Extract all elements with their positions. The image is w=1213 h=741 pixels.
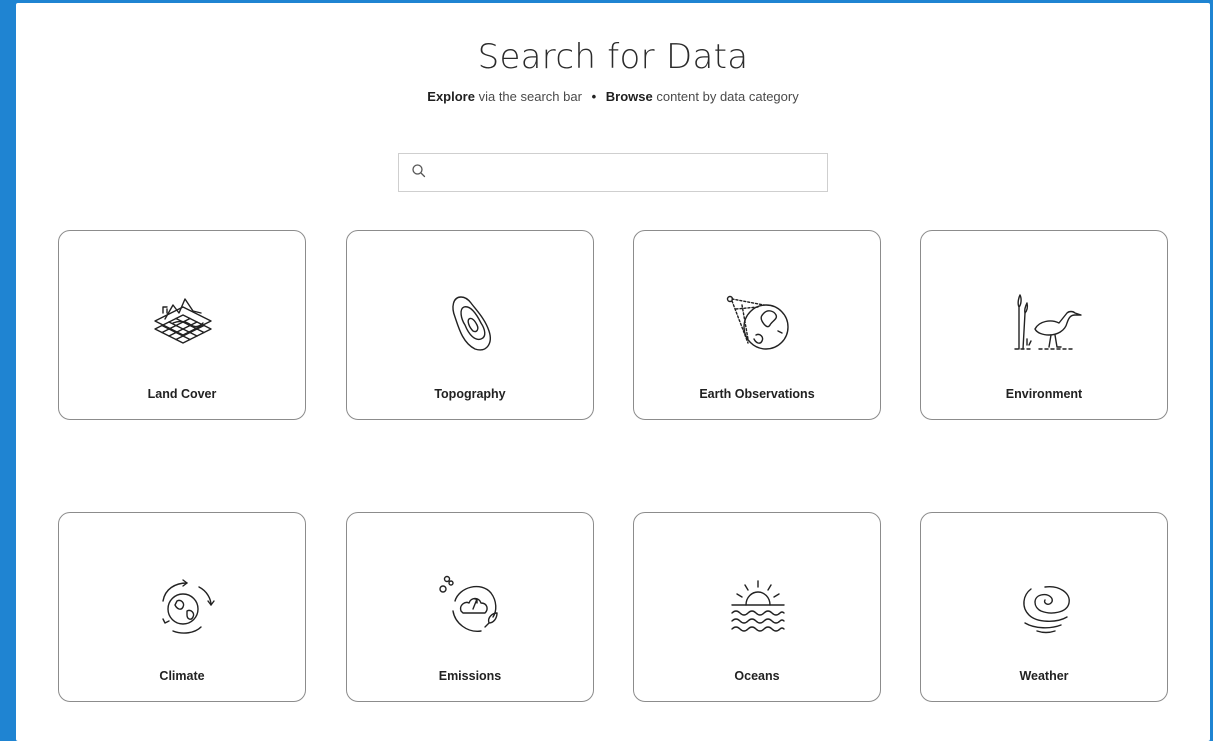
- separator: •: [591, 89, 597, 104]
- weather-icon: [1023, 586, 1070, 634]
- category-card-climate[interactable]: Climate: [58, 512, 306, 702]
- category-label: Emissions: [438, 669, 502, 683]
- earth-observations-icon: [726, 295, 789, 350]
- explore-text: via the search bar: [478, 89, 582, 104]
- land-cover-icon: [154, 298, 212, 344]
- category-card-emissions[interactable]: Emissions: [346, 512, 594, 702]
- oceans-icon: [731, 580, 785, 632]
- search-bar[interactable]: [398, 153, 828, 192]
- category-label: Earth Observations: [699, 387, 815, 401]
- category-card-land-cover[interactable]: Land Cover: [58, 230, 306, 420]
- category-label: Environment: [1005, 387, 1083, 401]
- browse-text: content by data category: [656, 89, 799, 104]
- category-card-weather[interactable]: Weather: [920, 512, 1168, 702]
- browse-label: Browse: [605, 89, 653, 104]
- category-label: Oceans: [734, 669, 780, 683]
- explore-label: Explore: [427, 89, 475, 104]
- category-label: Land Cover: [147, 387, 217, 401]
- climate-icon: [162, 579, 215, 634]
- category-label: Climate: [159, 669, 205, 683]
- category-label: Weather: [1019, 669, 1069, 683]
- category-label: Topography: [434, 387, 506, 401]
- category-card-earth-observations[interactable]: Earth Observations: [633, 230, 881, 420]
- topography-icon: [452, 296, 491, 351]
- search-input[interactable]: [435, 160, 819, 187]
- category-card-topography[interactable]: Topography: [346, 230, 594, 420]
- category-card-oceans[interactable]: Oceans: [633, 512, 881, 702]
- page-subtitle: Explore via the search bar • Browse cont…: [16, 89, 1210, 104]
- main-panel: Search for Data Explore via the search b…: [16, 3, 1210, 741]
- category-card-environment[interactable]: Environment: [920, 230, 1168, 420]
- environment-icon: [1014, 294, 1082, 350]
- emissions-icon: [439, 575, 498, 632]
- search-icon: [412, 164, 426, 178]
- page-title: Search for Data: [477, 37, 749, 77]
